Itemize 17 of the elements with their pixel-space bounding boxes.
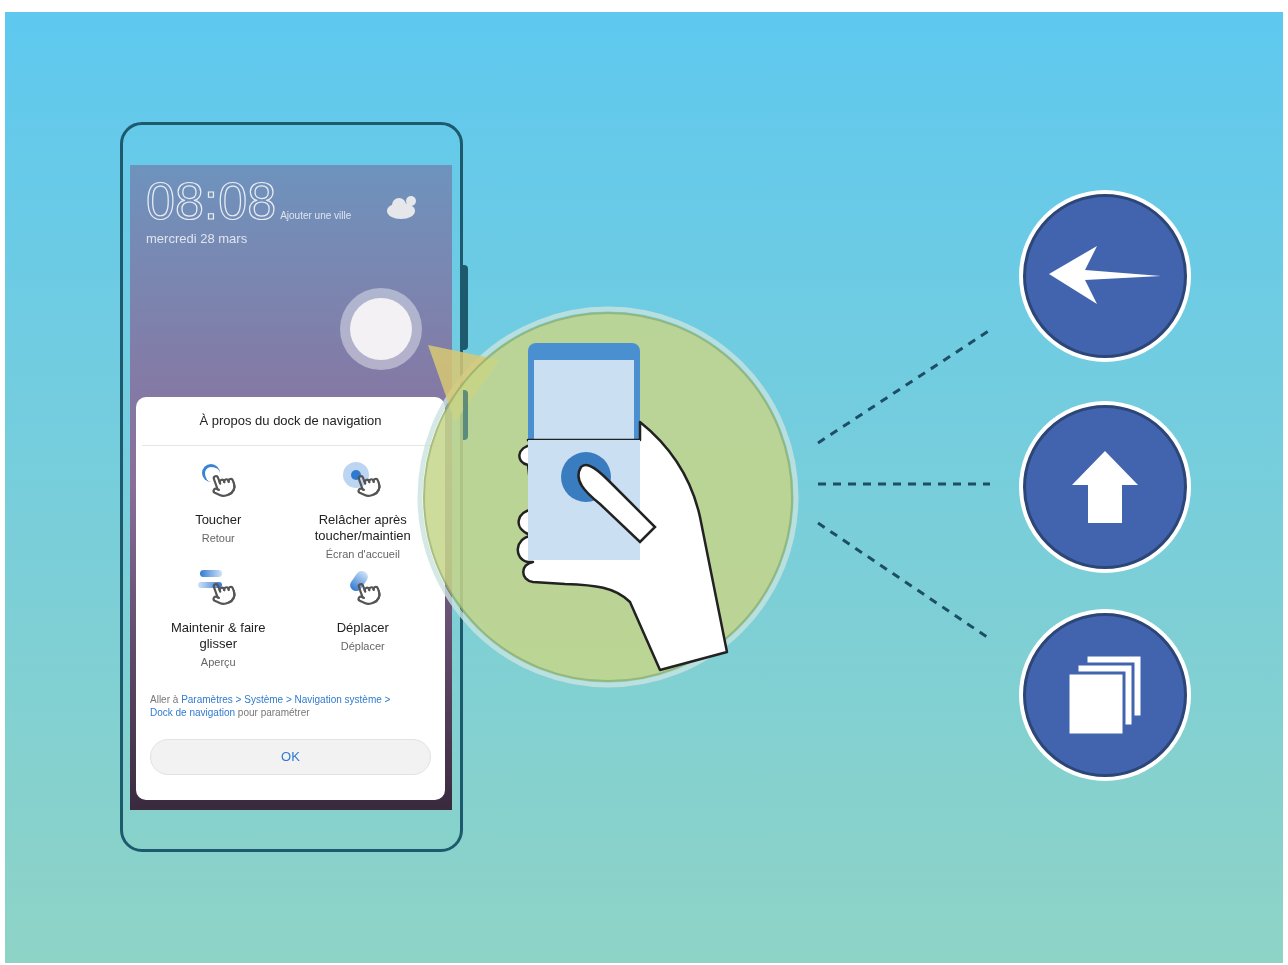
gesture-title: Toucher: [194, 511, 243, 528]
date-text: mercredi 28 mars: [146, 230, 249, 248]
stacked-windows-icon: [1068, 655, 1142, 735]
add-city-text: Ajouter une ville: [280, 209, 352, 223]
clock-text: 08:08: [146, 173, 277, 229]
gesture-action: Aperçu: [200, 655, 236, 670]
settings-link[interactable]: Paramètres > Système > Navigation système >: [181, 693, 391, 705]
ok-button[interactable]: OK: [150, 738, 431, 775]
settings-hint: Aller à Paramètres > Système > Navigation système > Dock de navigation pour paramétrer: [149, 692, 392, 719]
up-arrow-icon: [1072, 451, 1138, 523]
gesture-action: Retour: [201, 530, 235, 546]
gesture-title: Déplacer: [335, 620, 390, 636]
gesture-title: Maintenir & faire glisser: [169, 620, 267, 652]
settings-link[interactable]: Dock de navigation: [150, 706, 236, 718]
gesture-title: Relâcher après toucher/maintien: [313, 511, 412, 544]
gesture-action: Écran d'accueil: [325, 546, 400, 562]
gesture-action: Déplacer: [340, 639, 385, 654]
